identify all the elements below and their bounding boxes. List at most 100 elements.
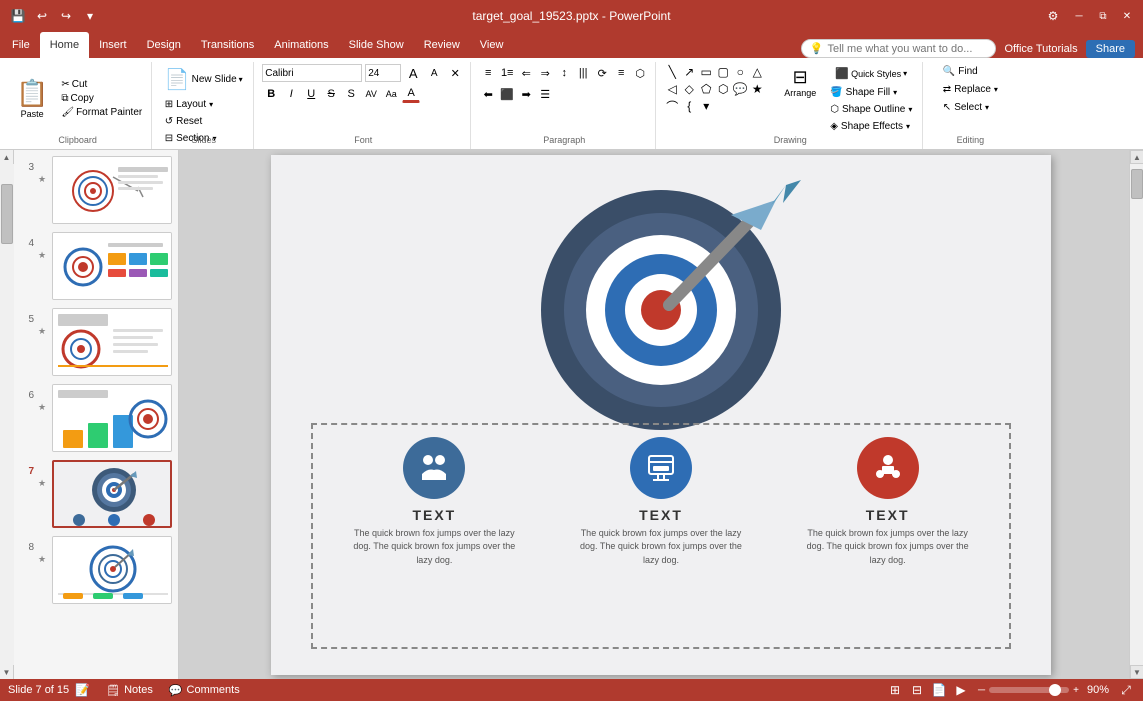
- align-center-button[interactable]: ⬛: [498, 85, 516, 103]
- arrow-shape[interactable]: ↗: [681, 64, 697, 80]
- text-shadow-button[interactable]: S: [342, 85, 360, 103]
- columns-button[interactable]: |||: [574, 64, 592, 82]
- underline-button[interactable]: U: [302, 85, 320, 103]
- zoom-in-icon[interactable]: +: [1073, 685, 1079, 696]
- line-shape[interactable]: ╲: [664, 64, 680, 80]
- select-dropdown[interactable]: ▾: [985, 103, 989, 112]
- shape-fill-button[interactable]: 🪣 Shape Fill ▾: [826, 85, 916, 100]
- restore-button[interactable]: ⧉: [1095, 8, 1111, 24]
- slide-thumbnail-7[interactable]: 7 ★: [18, 458, 174, 530]
- zoom-slider[interactable]: [989, 687, 1069, 693]
- canvas-scroll-thumb[interactable]: [1131, 169, 1143, 199]
- slideshow-button[interactable]: ▶: [952, 681, 970, 699]
- text-direction-button[interactable]: ⟳: [593, 64, 611, 82]
- quick-styles-button[interactable]: ⬛ Quick Styles ▾: [826, 64, 916, 83]
- shape-effects-dropdown[interactable]: ▾: [906, 122, 910, 131]
- clear-formatting-button[interactable]: ✕: [446, 64, 464, 82]
- shape-outline-dropdown[interactable]: ▾: [908, 105, 912, 114]
- tab-insert[interactable]: Insert: [89, 32, 137, 58]
- increase-indent-button[interactable]: ⇒: [536, 64, 554, 82]
- font-size-input[interactable]: [365, 64, 401, 82]
- fit-slide-button[interactable]: ⤢: [1117, 681, 1135, 699]
- customize-button[interactable]: ▾: [80, 6, 100, 26]
- tab-design[interactable]: Design: [137, 32, 191, 58]
- slide-panel-scrollbar[interactable]: ▲ ▼: [0, 150, 14, 679]
- decrease-font-size-button[interactable]: A: [425, 64, 443, 82]
- tell-me-field[interactable]: [827, 43, 987, 55]
- bold-button[interactable]: B: [262, 85, 280, 103]
- italic-button[interactable]: I: [282, 85, 300, 103]
- increase-font-size-button[interactable]: A: [404, 64, 422, 82]
- tell-me-input[interactable]: 💡: [801, 39, 997, 58]
- tab-transitions[interactable]: Transitions: [191, 32, 264, 58]
- diamond-shape[interactable]: ◇: [681, 81, 697, 97]
- canvas-scroll-up[interactable]: ▲: [1130, 150, 1143, 164]
- font-color-button[interactable]: A: [402, 85, 420, 103]
- redo-button[interactable]: ↪: [56, 6, 76, 26]
- smartart-button[interactable]: ⬡: [631, 64, 649, 82]
- shape-effects-button[interactable]: ◈ Shape Effects ▾: [826, 119, 916, 134]
- rtriangle-shape[interactable]: ◁: [664, 81, 680, 97]
- new-slide-button[interactable]: 📄 New Slide ▾: [161, 64, 247, 95]
- replace-button[interactable]: ⇄ Replace ▾: [939, 82, 1002, 97]
- cut-button[interactable]: ✂ Cut: [58, 78, 145, 91]
- tab-file[interactable]: File: [2, 32, 40, 58]
- copy-button[interactable]: ⧉ Copy: [58, 92, 145, 105]
- callout-shape[interactable]: 💬: [732, 81, 748, 97]
- more-shapes[interactable]: ▾: [698, 98, 714, 114]
- font-family-input[interactable]: [262, 64, 362, 82]
- numbering-button[interactable]: 1≡: [498, 64, 516, 82]
- slide-thumbnail-6[interactable]: 6 ★: [18, 382, 174, 454]
- save-button[interactable]: 💾: [8, 6, 28, 26]
- find-button[interactable]: 🔍 Find: [939, 64, 982, 79]
- triangle-shape[interactable]: △: [749, 64, 765, 80]
- decrease-indent-button[interactable]: ⇐: [517, 64, 535, 82]
- rect-shape[interactable]: ▭: [698, 64, 714, 80]
- share-button[interactable]: Share: [1086, 40, 1135, 58]
- reset-button[interactable]: ↺ Reset: [161, 114, 207, 129]
- select-button[interactable]: ↖ Select ▾: [939, 100, 993, 115]
- curve-shape[interactable]: ⌒: [664, 98, 680, 114]
- settings-icon[interactable]: ⚙: [1043, 6, 1063, 26]
- tab-view[interactable]: View: [470, 32, 514, 58]
- scroll-thumb[interactable]: [1, 184, 13, 244]
- normal-view-button[interactable]: ⊞: [886, 681, 904, 699]
- canvas-scroll-down[interactable]: ▼: [1130, 665, 1143, 679]
- hexagon-shape[interactable]: ⬡: [715, 81, 731, 97]
- tab-animations[interactable]: Animations: [264, 32, 338, 58]
- line-spacing-button[interactable]: ↕: [555, 64, 573, 82]
- align-left-button[interactable]: ⬅: [479, 85, 497, 103]
- format-painter-button[interactable]: 🖌 Format Painter: [58, 106, 145, 119]
- slide-thumbnail-5[interactable]: 5 ★: [18, 306, 174, 378]
- layout-button[interactable]: ⊞ Layout ▾: [161, 97, 217, 112]
- notes-button[interactable]: 🗒 Notes: [106, 684, 153, 697]
- slide-thumbnail-4[interactable]: 4 ★: [18, 230, 174, 302]
- tab-home[interactable]: Home: [40, 32, 89, 58]
- pentagon-shape[interactable]: ⬠: [698, 81, 714, 97]
- slide-sorter-button[interactable]: ⊟: [908, 681, 926, 699]
- replace-dropdown[interactable]: ▾: [994, 85, 998, 94]
- justify-button[interactable]: ☰: [536, 85, 554, 103]
- office-tutorials-link[interactable]: Office Tutorials: [1004, 43, 1077, 55]
- align-text-button[interactable]: ≡: [612, 64, 630, 82]
- tab-review[interactable]: Review: [414, 32, 470, 58]
- arrange-button[interactable]: ⊟ Arrange: [778, 64, 822, 101]
- slide-canvas[interactable]: TEXT The quick brown fox jumps over the …: [271, 155, 1051, 675]
- paste-button[interactable]: 📋 Paste: [10, 74, 54, 123]
- shape-outline-button[interactable]: ⬡ Shape Outline ▾: [826, 102, 916, 117]
- quick-styles-dropdown[interactable]: ▾: [903, 69, 907, 78]
- minimize-button[interactable]: ─: [1071, 8, 1087, 24]
- char-spacing-button[interactable]: AV: [362, 85, 380, 103]
- align-right-button[interactable]: ➡: [517, 85, 535, 103]
- close-button[interactable]: ✕: [1119, 8, 1135, 24]
- brace-shape[interactable]: {: [681, 98, 697, 114]
- slide-notes-icon[interactable]: 📝: [75, 683, 90, 697]
- zoom-thumb[interactable]: [1049, 684, 1061, 696]
- slide-thumbnail-8[interactable]: 8 ★: [18, 534, 174, 606]
- strikethrough-button[interactable]: S: [322, 85, 340, 103]
- shape-fill-dropdown[interactable]: ▾: [893, 88, 897, 97]
- scroll-down-button[interactable]: ▼: [0, 665, 14, 679]
- scroll-up-button[interactable]: ▲: [0, 150, 14, 164]
- ellipse-shape[interactable]: ○: [732, 64, 748, 80]
- undo-button[interactable]: ↩: [32, 6, 52, 26]
